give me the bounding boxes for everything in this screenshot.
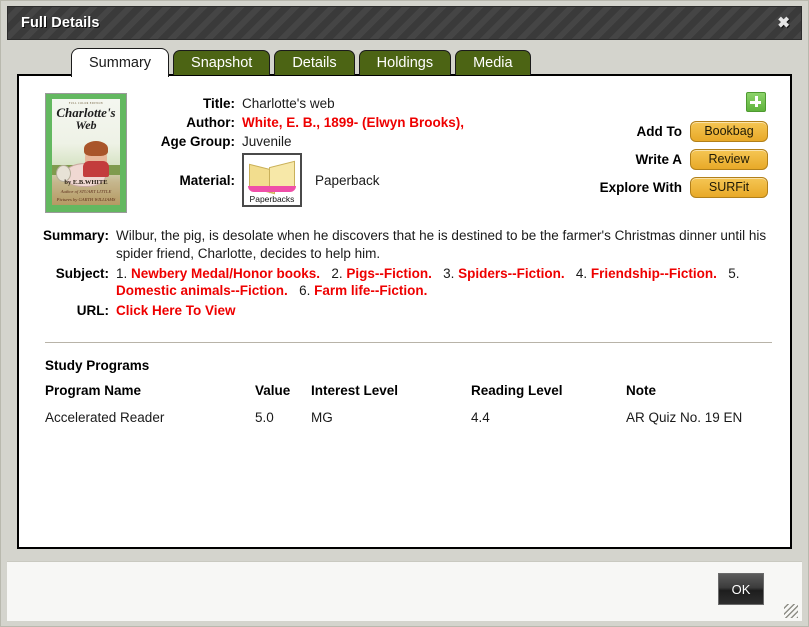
subject-number: 5. xyxy=(728,265,740,281)
column-header-value: Value xyxy=(255,383,291,399)
subject-number: 2. xyxy=(331,265,347,281)
url-link[interactable]: Click Here To View xyxy=(116,303,236,318)
material-value: Paperback xyxy=(315,172,380,188)
tab-summary[interactable]: Summary xyxy=(71,48,170,77)
close-icon[interactable]: ✖ xyxy=(777,16,790,31)
action-row-bookbag: Add To Bookbag xyxy=(598,121,778,142)
tab-holdings[interactable]: Holdings xyxy=(358,50,452,75)
field-material: Material: Paperbacks Paperback xyxy=(149,153,598,207)
title-value: Charlotte's web xyxy=(242,96,335,111)
cover-artwork: FULL COLOR EDITION Charlotte's Web by E.… xyxy=(52,99,120,205)
column-header-interest-level: Interest Level xyxy=(311,383,399,399)
summary-text: Wilbur, the pig, is desolate when he dis… xyxy=(116,228,767,261)
url-row: URL: Click Here To View xyxy=(31,302,772,320)
subject-number: 4. xyxy=(575,265,591,281)
window-titlebar: Full Details ✖ xyxy=(7,6,802,40)
book-cover-image: FULL COLOR EDITION Charlotte's Web by E.… xyxy=(45,93,127,213)
cell-interest-level: MG xyxy=(311,410,333,426)
subject-number: 3. xyxy=(443,265,459,281)
study-programs-title: Study Programs xyxy=(45,358,150,374)
paperback-icon-caption: Paperbacks xyxy=(244,194,300,204)
ok-button[interactable]: OK xyxy=(718,573,764,605)
section-divider xyxy=(45,342,772,344)
add-plus-icon[interactable] xyxy=(746,92,766,112)
study-programs-table: Program Name Value Interest Level Readin… xyxy=(31,383,778,425)
cover-title-line2: Web xyxy=(75,118,97,132)
column-header-note: Note xyxy=(626,383,656,399)
url-value: Click Here To View xyxy=(116,302,772,320)
add-to-label: Add To xyxy=(636,124,682,139)
cell-program-name: Accelerated Reader xyxy=(45,410,165,426)
cover-subtext-2: Pictures by GARTH WILLIAMS xyxy=(56,197,116,202)
cover-girl-hair xyxy=(84,141,108,156)
subject-term[interactable]: Pigs--Fiction. xyxy=(346,266,432,281)
action-row-surfit: Explore With SURFit xyxy=(598,177,778,198)
summary-panel: FULL COLOR EDITION Charlotte's Web by E.… xyxy=(17,74,792,549)
age-group-value: Juvenile xyxy=(242,134,292,149)
bookbag-button[interactable]: Bookbag xyxy=(690,121,768,142)
tab-label: Media xyxy=(473,55,513,71)
record-fields: Title: Charlotte's web Author: White, E.… xyxy=(149,86,598,211)
book-spine xyxy=(248,186,296,192)
field-title: Title: Charlotte's web xyxy=(149,96,598,111)
cover-column: FULL COLOR EDITION Charlotte's Web by E.… xyxy=(31,86,149,213)
cover-subtext-1: Author of STUART LITTLE xyxy=(60,189,112,194)
subject-number: 6. xyxy=(299,283,315,299)
review-button[interactable]: Review xyxy=(690,149,768,170)
cover-girl-shirt xyxy=(83,161,109,177)
url-label: URL: xyxy=(76,303,109,319)
subject-term[interactable]: Domestic animals--Fiction. xyxy=(116,283,288,298)
tab-media[interactable]: Media xyxy=(455,50,531,75)
summary-block: Summary: Wilbur, the pig, is desolate wh… xyxy=(31,227,778,320)
column-header-reading-level: Reading Level xyxy=(471,383,563,399)
resize-grip-handle[interactable] xyxy=(784,604,798,618)
explore-with-label: Explore With xyxy=(599,180,682,195)
surfit-button[interactable]: SURFit xyxy=(690,177,768,198)
author-value[interactable]: White, E. B., 1899- (Elwyn Brooks), xyxy=(242,115,464,130)
tab-details[interactable]: Details xyxy=(274,50,355,75)
cell-value: 5.0 xyxy=(255,410,274,426)
full-details-window: Full Details ✖ Summary Snapshot Details … xyxy=(0,0,809,627)
table-header-row: Program Name Value Interest Level Readin… xyxy=(31,383,778,410)
title-label: Title: xyxy=(202,96,235,111)
field-age-group: Age Group: Juvenile xyxy=(149,134,598,149)
summary-label: Summary: xyxy=(42,228,109,243)
tab-label: Holdings xyxy=(376,55,434,71)
table-row: Accelerated Reader 5.0 MG 4.4 AR Quiz No… xyxy=(31,410,778,425)
field-author: Author: White, E. B., 1899- (Elwyn Brook… xyxy=(149,115,598,130)
subject-number: 1. xyxy=(116,265,132,281)
action-buttons-column: Add To Bookbag Write A Review Explore Wi… xyxy=(598,86,778,205)
dialog-body: FULL COLOR EDITION Charlotte's Web by E.… xyxy=(7,74,802,555)
write-a-label: Write A xyxy=(635,152,682,167)
cover-byline-text: by E.B.WHITE xyxy=(64,179,108,186)
action-row-review: Write A Review xyxy=(598,149,778,170)
tab-label: Summary xyxy=(89,55,152,71)
window-title: Full Details xyxy=(21,15,100,31)
subject-label: Subject: xyxy=(55,265,109,281)
tab-snapshot[interactable]: Snapshot xyxy=(173,50,271,75)
summary-row: Summary: Wilbur, the pig, is desolate wh… xyxy=(31,227,772,263)
tab-bar: Summary Snapshot Details Holdings Media xyxy=(1,48,808,77)
tab-label: Snapshot xyxy=(191,55,253,71)
cell-note: AR Quiz No. 19 EN xyxy=(626,410,743,426)
cell-reading-level: 4.4 xyxy=(471,410,490,426)
age-group-label: Age Group: xyxy=(160,134,235,149)
subject-row: Subject: 1. Newbery Medal/Honor books. 2… xyxy=(31,265,772,301)
subject-term[interactable]: Farm life--Fiction. xyxy=(314,283,427,298)
column-header-program-name: Program Name xyxy=(45,383,142,399)
paperback-icon: Paperbacks xyxy=(242,153,302,207)
subject-list: 1. Newbery Medal/Honor books. 2. Pigs--F… xyxy=(116,265,772,301)
material-label: Material: xyxy=(179,172,235,188)
tab-label: Details xyxy=(292,55,337,71)
record-header: FULL COLOR EDITION Charlotte's Web by E.… xyxy=(31,86,778,213)
subject-term[interactable]: Spiders--Fiction. xyxy=(458,266,565,281)
dialog-footer: OK xyxy=(7,561,802,621)
subject-term[interactable]: Friendship--Fiction. xyxy=(591,266,717,281)
author-label: Author: xyxy=(186,115,235,130)
subject-term[interactable]: Newbery Medal/Honor books. xyxy=(131,266,320,281)
